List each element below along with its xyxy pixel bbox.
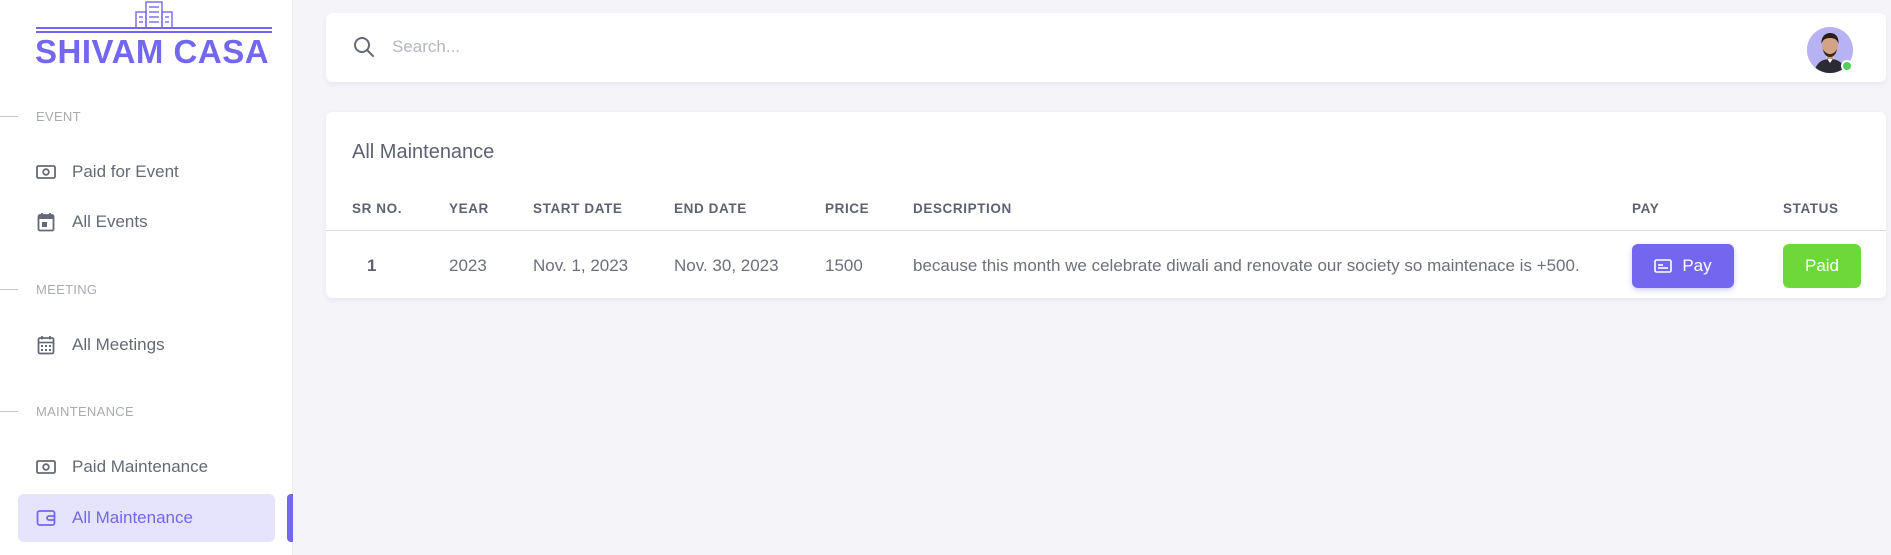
divider xyxy=(0,288,18,290)
sidebar-item-all-meetings[interactable]: All Meetings xyxy=(18,321,275,369)
search-icon[interactable] xyxy=(352,35,376,64)
sidebar-item-label: All Maintenance xyxy=(72,508,193,527)
section-header-label: MAINTENANCE xyxy=(36,403,134,419)
cell-end-date: Nov. 30, 2023 xyxy=(674,256,779,275)
top-navbar xyxy=(326,13,1886,82)
sidebar-item-paid-for-event[interactable]: Paid for Event xyxy=(18,148,275,196)
online-status-indicator xyxy=(1841,60,1853,72)
cash-icon xyxy=(36,162,56,182)
sidebar-item-label: All Meetings xyxy=(72,335,165,354)
section-header-label: EVENT xyxy=(36,108,81,124)
column-header-start-date: START DATE xyxy=(533,201,623,216)
section-header-maintenance: MAINTENANCE xyxy=(0,401,134,421)
column-header-status: STATUS xyxy=(1783,201,1839,216)
card-icon xyxy=(1654,259,1673,273)
sidebar: SHIVAM CASA EVENT Paid for Event All Eve… xyxy=(0,0,293,555)
maintenance-card: All Maintenance SR NO. YEAR START DATE E… xyxy=(326,112,1886,298)
active-indicator xyxy=(287,494,293,542)
page-title: All Maintenance xyxy=(352,141,495,163)
sidebar-item-paid-maintenance[interactable]: Paid Maintenance xyxy=(18,443,275,491)
pay-button[interactable]: Pay xyxy=(1632,244,1734,288)
section-header-event: EVENT xyxy=(0,106,81,126)
cell-start-date: Nov. 1, 2023 xyxy=(533,256,629,275)
column-header-price: PRICE xyxy=(825,201,870,216)
sidebar-item-label: Paid Maintenance xyxy=(72,457,209,476)
cell-description: because this month we celebrate diwali a… xyxy=(913,256,1580,275)
divider xyxy=(0,410,18,412)
column-header-description: DESCRIPTION xyxy=(913,201,1012,216)
sidebar-item-label: All Events xyxy=(72,212,148,231)
wallet-icon xyxy=(36,508,56,528)
column-header-sr-no: SR NO. xyxy=(352,201,403,216)
cell-sr-no: 1 xyxy=(367,256,377,275)
logo-rule xyxy=(36,27,272,29)
sidebar-item-label: Paid for Event xyxy=(72,162,179,181)
cell-price: 1500 xyxy=(825,256,863,275)
table-header-divider xyxy=(326,230,1886,231)
cash-icon xyxy=(36,457,56,477)
divider xyxy=(0,115,18,117)
pay-button-label: Pay xyxy=(1682,256,1712,275)
column-header-year: YEAR xyxy=(449,201,489,216)
status-badge: Paid xyxy=(1783,244,1861,288)
cell-year: 2023 xyxy=(449,256,487,275)
brand-logo[interactable]: SHIVAM CASA xyxy=(34,0,274,72)
section-header-label: MEETING xyxy=(36,281,98,297)
sidebar-item-all-maintenance[interactable]: All Maintenance xyxy=(18,494,275,542)
search-input[interactable] xyxy=(392,33,892,61)
column-header-end-date: END DATE xyxy=(674,201,747,216)
column-header-pay: PAY xyxy=(1632,201,1660,216)
building-icon xyxy=(135,1,173,29)
section-header-meeting: MEETING xyxy=(0,279,97,299)
brand-name: SHIVAM CASA xyxy=(35,33,270,70)
calendar-grid-icon xyxy=(36,335,56,355)
sidebar-item-all-events[interactable]: All Events xyxy=(18,198,275,246)
calendar-icon xyxy=(36,212,56,232)
